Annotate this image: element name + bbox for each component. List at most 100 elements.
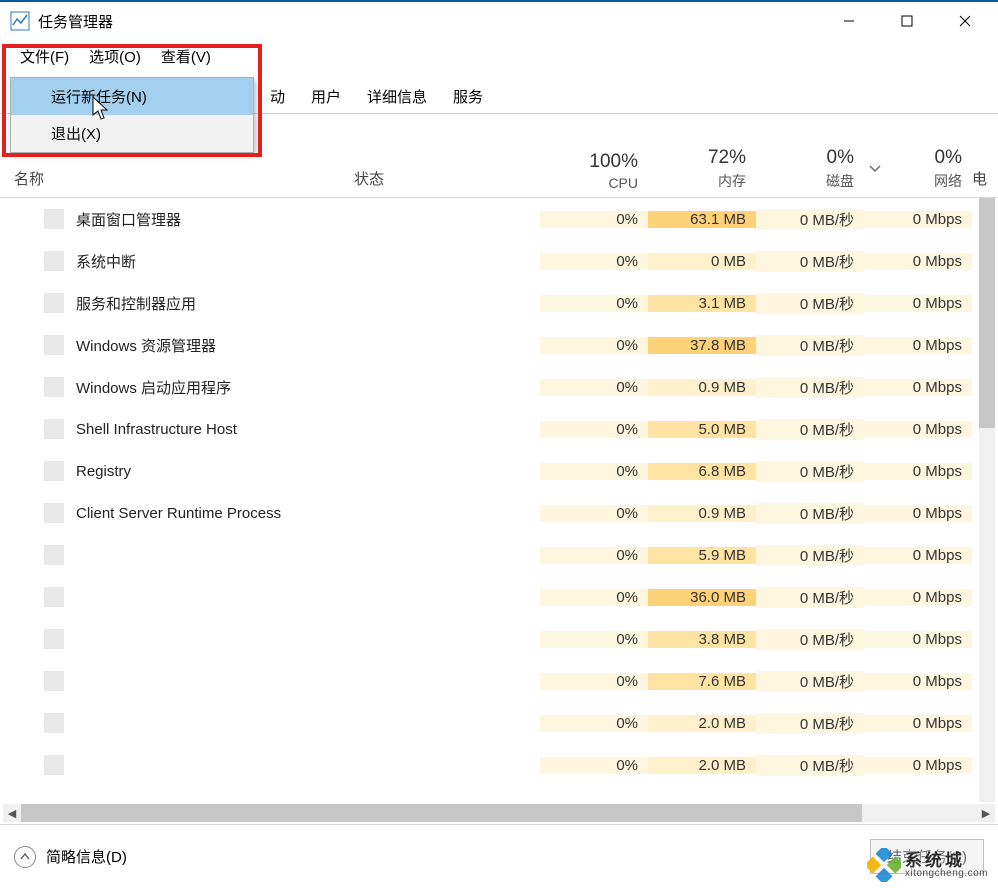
process-memory: 0 MB: [648, 253, 756, 270]
maximize-icon: [901, 15, 913, 27]
header-name[interactable]: 名称: [0, 168, 354, 197]
table-row[interactable]: 0%3.8 MB0 MB/秒0 Mbps: [0, 618, 980, 660]
process-cpu: 0%: [540, 631, 648, 648]
menu-file[interactable]: 文件(F): [10, 42, 79, 71]
process-memory: 3.8 MB: [648, 631, 756, 648]
process-icon: [44, 251, 64, 271]
process-icon: [44, 377, 64, 397]
process-name: Registry: [0, 461, 354, 481]
process-name: [0, 713, 354, 733]
process-name: Windows 启动应用程序: [0, 377, 354, 398]
process-name: [0, 587, 354, 607]
scrollbar-thumb[interactable]: [979, 198, 995, 428]
process-disk: 0 MB/秒: [756, 503, 864, 524]
window-title: 任务管理器: [38, 11, 820, 32]
header-disk[interactable]: 0% 磁盘: [756, 132, 864, 197]
process-cpu: 0%: [540, 547, 648, 564]
table-row[interactable]: Registry0%6.8 MB0 MB/秒0 Mbps: [0, 450, 980, 492]
table-row[interactable]: 0%2.0 MB0 MB/秒0 Mbps: [0, 744, 980, 786]
process-memory: 0.9 MB: [648, 505, 756, 522]
brief-info-toggle[interactable]: 简略信息(D): [14, 846, 127, 868]
table-row[interactable]: Windows 资源管理器0%37.8 MB0 MB/秒0 Mbps: [0, 324, 980, 366]
process-network: 0 Mbps: [864, 589, 972, 606]
process-icon: [44, 209, 64, 229]
process-memory: 5.9 MB: [648, 547, 756, 564]
process-disk: 0 MB/秒: [756, 671, 864, 692]
scroll-right-icon[interactable]: ▶: [977, 804, 995, 822]
process-cpu: 0%: [540, 673, 648, 690]
process-icon: [44, 629, 64, 649]
maximize-button[interactable]: [878, 1, 936, 41]
chevron-down-icon[interactable]: [864, 157, 886, 173]
header-network[interactable]: 0% 网络: [886, 132, 972, 197]
table-row[interactable]: 0%36.0 MB0 MB/秒0 Mbps: [0, 576, 980, 618]
window-controls: [820, 1, 994, 41]
process-network: 0 Mbps: [864, 673, 972, 690]
table-row[interactable]: 系统中断0%0 MB0 MB/秒0 Mbps: [0, 240, 980, 282]
process-disk: 0 MB/秒: [756, 377, 864, 398]
tab-services[interactable]: 服务: [443, 80, 493, 113]
header-status[interactable]: 状态: [354, 168, 540, 197]
footer: 简略信息(D) 结束任务(E): [0, 824, 998, 888]
process-disk: 0 MB/秒: [756, 713, 864, 734]
process-memory: 36.0 MB: [648, 589, 756, 606]
table-row[interactable]: 0%5.9 MB0 MB/秒0 Mbps: [0, 534, 980, 576]
process-memory: 6.8 MB: [648, 463, 756, 480]
tab-startup-tail[interactable]: 动: [260, 80, 295, 113]
menubar: 文件(F) 选项(O) 查看(V): [0, 40, 998, 72]
process-memory: 7.6 MB: [648, 673, 756, 690]
table-row[interactable]: Client Server Runtime Process 0%0.9 MB0 M…: [0, 492, 980, 534]
process-network: 0 Mbps: [864, 211, 972, 228]
close-button[interactable]: [936, 1, 994, 41]
process-memory: 63.1 MB: [648, 211, 756, 228]
process-network: 0 Mbps: [864, 715, 972, 732]
process-network: 0 Mbps: [864, 337, 972, 354]
table-row[interactable]: 服务和控制器应用0%3.1 MB0 MB/秒0 Mbps: [0, 282, 980, 324]
watermark-url: xitongcheng.com: [905, 869, 988, 879]
process-memory: 3.1 MB: [648, 295, 756, 312]
table-row[interactable]: 0%2.0 MB0 MB/秒0 Mbps: [0, 702, 980, 744]
process-disk: 0 MB/秒: [756, 755, 864, 776]
header-cpu[interactable]: 100% CPU: [540, 132, 648, 197]
vertical-scrollbar[interactable]: [979, 198, 995, 802]
process-icon: [44, 503, 64, 523]
process-list: 桌面窗口管理器0%63.1 MB0 MB/秒0 Mbps系统中断0%0 MB0 …: [0, 198, 980, 802]
menu-view[interactable]: 查看(V): [151, 42, 221, 71]
process-memory: 37.8 MB: [648, 337, 756, 354]
header-memory[interactable]: 72% 内存: [648, 132, 756, 197]
process-cpu: 0%: [540, 379, 648, 396]
process-name: [0, 629, 354, 649]
table-row[interactable]: Windows 启动应用程序0%0.9 MB0 MB/秒0 Mbps: [0, 366, 980, 408]
scrollbar-thumb[interactable]: [21, 804, 862, 822]
process-network: 0 Mbps: [864, 379, 972, 396]
process-cpu: 0%: [540, 463, 648, 480]
process-disk: 0 MB/秒: [756, 461, 864, 482]
table-row[interactable]: 桌面窗口管理器0%63.1 MB0 MB/秒0 Mbps: [0, 198, 980, 240]
watermark-logo-icon: [867, 848, 901, 882]
process-memory: 2.0 MB: [648, 757, 756, 774]
process-disk: 0 MB/秒: [756, 629, 864, 650]
process-cpu: 0%: [540, 715, 648, 732]
process-icon: [44, 713, 64, 733]
minimize-button[interactable]: [820, 1, 878, 41]
brief-info-label: 简略信息(D): [46, 846, 127, 867]
tab-users[interactable]: 用户: [301, 80, 351, 113]
process-disk: 0 MB/秒: [756, 209, 864, 230]
header-cpu-pct: 100%: [589, 151, 638, 173]
header-cpu-label: CPU: [608, 175, 638, 191]
scroll-left-icon[interactable]: ◀: [3, 804, 21, 822]
menu-run-new-task[interactable]: 运行新任务(N): [11, 78, 253, 115]
horizontal-scrollbar[interactable]: ◀ ▶: [3, 804, 995, 822]
menu-options[interactable]: 选项(O): [79, 42, 151, 71]
process-icon: [44, 671, 64, 691]
table-row[interactable]: Shell Infrastructure Host0%5.0 MB0 MB/秒0…: [0, 408, 980, 450]
process-cpu: 0%: [540, 505, 648, 522]
process-network: 0 Mbps: [864, 757, 972, 774]
header-power-tail[interactable]: 电: [972, 168, 992, 197]
tab-details[interactable]: 详细信息: [357, 80, 437, 113]
menu-exit[interactable]: 退出(X): [11, 115, 253, 152]
process-cpu: 0%: [540, 253, 648, 270]
table-row[interactable]: 0%7.6 MB0 MB/秒0 Mbps: [0, 660, 980, 702]
process-name: Client Server Runtime Process: [0, 503, 354, 523]
process-memory: 5.0 MB: [648, 421, 756, 438]
